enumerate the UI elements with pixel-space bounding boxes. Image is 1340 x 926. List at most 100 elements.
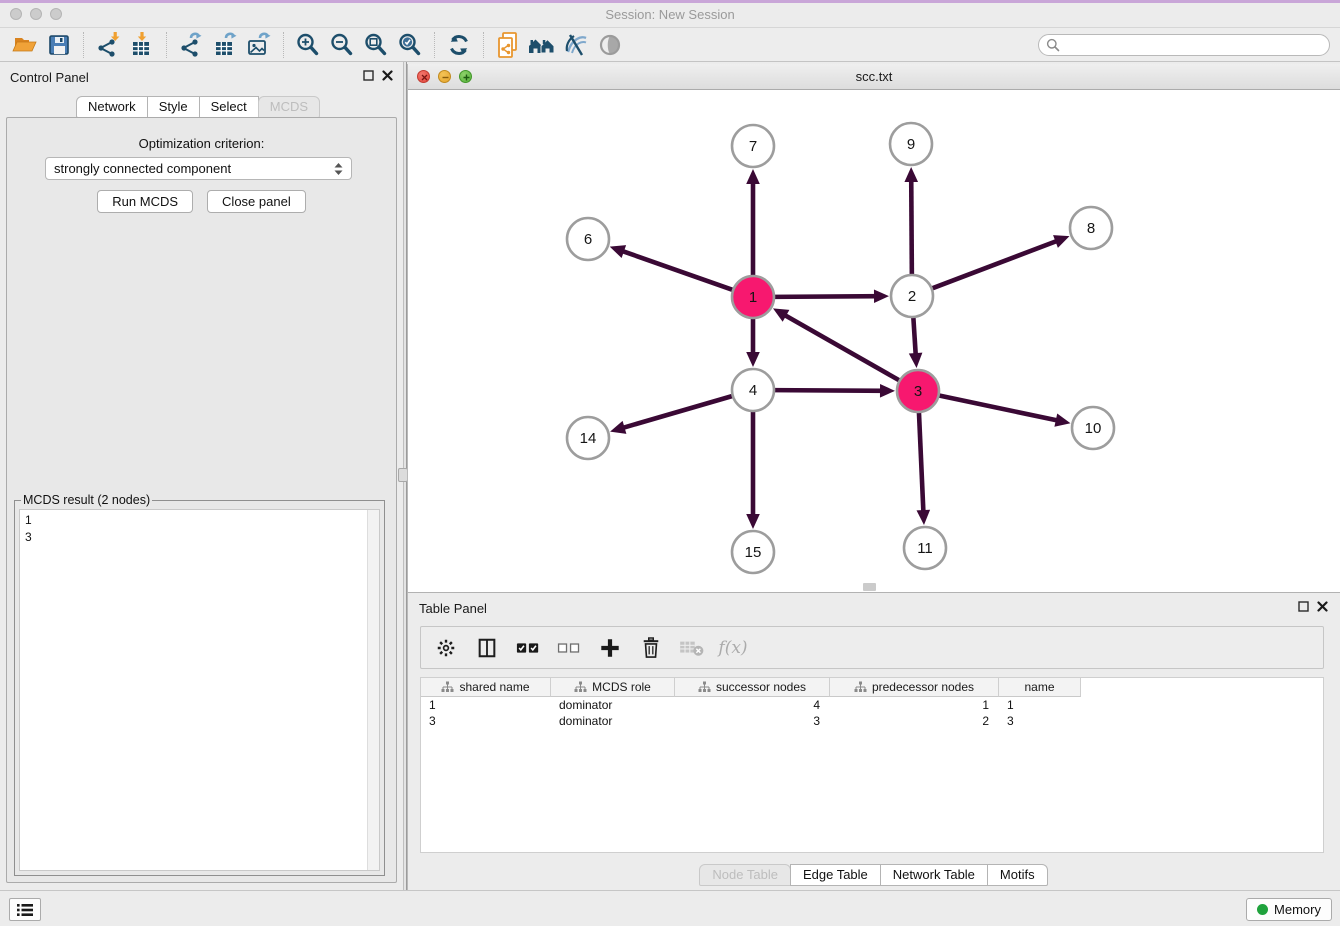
edge-arrowhead [1053,235,1069,248]
export-network-icon[interactable] [174,30,208,60]
zoom-fit-icon[interactable] [359,30,393,60]
first-neighbors-icon[interactable] [525,30,559,60]
mcds-result-textarea[interactable]: 13 [19,509,380,871]
table-body: 1dominator4113dominator323 [421,697,1323,729]
column-header-predecessor-nodes[interactable]: predecessor nodes [830,678,999,697]
node-table: shared nameMCDS rolesuccessor nodesprede… [420,677,1324,853]
tab-node-table[interactable]: Node Table [699,864,791,886]
table-row[interactable]: 1dominator411 [421,697,1323,713]
control-panel-title: Control Panel [10,70,89,85]
create-column-plus-icon[interactable] [597,635,623,661]
column-type-icon [574,681,587,693]
result-scrollbar[interactable] [367,510,379,870]
network-canvas[interactable]: 7 9 6 8 1 2 4 3 14 10 15 11 [408,90,1340,592]
graph-node-2[interactable]: 2 [891,275,933,317]
graph-node-15[interactable]: 15 [732,531,774,573]
network-view-window: scc.txt 7 9 6 8 1 2 4 3 14 10 15 11 [407,64,1340,592]
refresh-layout-icon[interactable] [442,30,476,60]
tab-network-table[interactable]: Network Table [880,864,988,886]
table-cell: 2 [830,713,999,729]
edge-arrowhead [1054,413,1070,426]
tab-select[interactable]: Select [199,96,259,118]
svg-text:1: 1 [749,289,757,306]
float-panel-icon[interactable] [363,70,374,81]
table-panel-title: Table Panel [419,601,487,616]
graph-node-4[interactable]: 4 [732,369,774,411]
open-folder-icon[interactable] [8,30,42,60]
graph-node-1[interactable]: 1 [732,276,774,318]
column-header-name[interactable]: name [999,678,1081,697]
graph-node-6[interactable]: 6 [567,218,609,260]
import-table-icon[interactable] [125,30,159,60]
table-header-row: shared nameMCDS rolesuccessor nodesprede… [421,678,1323,697]
control-panel: Control Panel NetworkStyleSelectMCDS Opt… [0,62,403,890]
graphics-details-icon[interactable] [559,30,593,60]
graph-edge-3-11[interactable] [919,412,924,515]
delete-column-trash-icon[interactable] [638,635,664,661]
close-panel-icon[interactable] [382,70,393,81]
mcds-result-legend: MCDS result (2 nodes) [21,493,152,507]
unselect-all-columns-icon[interactable] [556,635,582,661]
zoom-selected-icon[interactable] [393,30,427,60]
graph-edge-1-2[interactable] [774,296,879,297]
graph-node-3[interactable]: 3 [897,370,939,412]
svg-text:10: 10 [1085,420,1102,437]
table-cell: dominator [551,697,675,713]
graph-node-14[interactable]: 14 [567,417,609,459]
delete-table-icon[interactable] [679,635,705,661]
table-cell: 4 [675,697,830,713]
graph-edge-4-14[interactable] [620,396,733,429]
search-input[interactable] [1060,36,1329,54]
float-table-panel-icon[interactable] [1298,601,1309,612]
graph-node-10[interactable]: 10 [1072,407,1114,449]
function-builder-icon: f(x) [720,635,746,661]
tab-style[interactable]: Style [147,96,200,118]
graph-edge-3-10[interactable] [939,395,1061,421]
table-row[interactable]: 3dominator323 [421,713,1323,729]
export-table-icon[interactable] [208,30,242,60]
edge-arrowhead [917,510,931,525]
export-image-icon[interactable] [242,30,276,60]
zoom-out-icon[interactable] [325,30,359,60]
graph-node-11[interactable]: 11 [904,527,946,569]
run-mcds-button[interactable]: Run MCDS [97,190,193,213]
column-view-icon[interactable] [474,635,500,661]
show-hide-icon[interactable] [593,30,627,60]
graph-node-7[interactable]: 7 [732,125,774,167]
new-network-from-selection-icon[interactable] [491,30,525,60]
select-all-columns-icon[interactable] [515,635,541,661]
svg-text:15: 15 [745,544,762,561]
graph-node-8[interactable]: 8 [1070,207,1112,249]
column-type-icon [698,681,711,693]
table-settings-gear-icon[interactable] [433,635,459,661]
task-history-button[interactable] [9,898,41,921]
toolbar-separator [83,32,84,58]
svg-text:9: 9 [907,136,915,153]
memory-button[interactable]: Memory [1246,898,1332,921]
optimization-criterion-select[interactable]: strongly connected component [45,157,352,180]
network-window-titlebar[interactable]: scc.txt [408,64,1340,90]
column-header-successor-nodes[interactable]: successor nodes [675,678,830,697]
close-panel-button[interactable]: Close panel [207,190,306,213]
graph-edge-1-6[interactable] [619,250,733,290]
graph-node-9[interactable]: 9 [890,123,932,165]
network-scroll-grip[interactable] [863,583,876,591]
svg-text:3: 3 [914,383,922,400]
tab-network[interactable]: Network [76,96,148,118]
zoom-in-icon[interactable] [291,30,325,60]
graph-edge-2-9[interactable] [911,177,912,275]
tab-motifs[interactable]: Motifs [987,864,1048,886]
search-field[interactable] [1038,34,1330,56]
import-network-icon[interactable] [91,30,125,60]
save-icon[interactable] [42,30,76,60]
graph-edge-4-3[interactable] [774,390,885,391]
graph-edge-2-8[interactable] [932,240,1061,289]
graph-edge-3-1[interactable] [782,313,900,380]
mcds-result-lines: 13 [25,512,363,546]
graph-edge-2-3[interactable] [913,317,916,358]
tab-mcds[interactable]: MCDS [258,96,320,118]
close-table-panel-icon[interactable] [1317,601,1328,612]
column-header-MCDS-role[interactable]: MCDS role [551,678,675,697]
tab-edge-table[interactable]: Edge Table [790,864,881,886]
column-header-shared-name[interactable]: shared name [421,678,551,697]
